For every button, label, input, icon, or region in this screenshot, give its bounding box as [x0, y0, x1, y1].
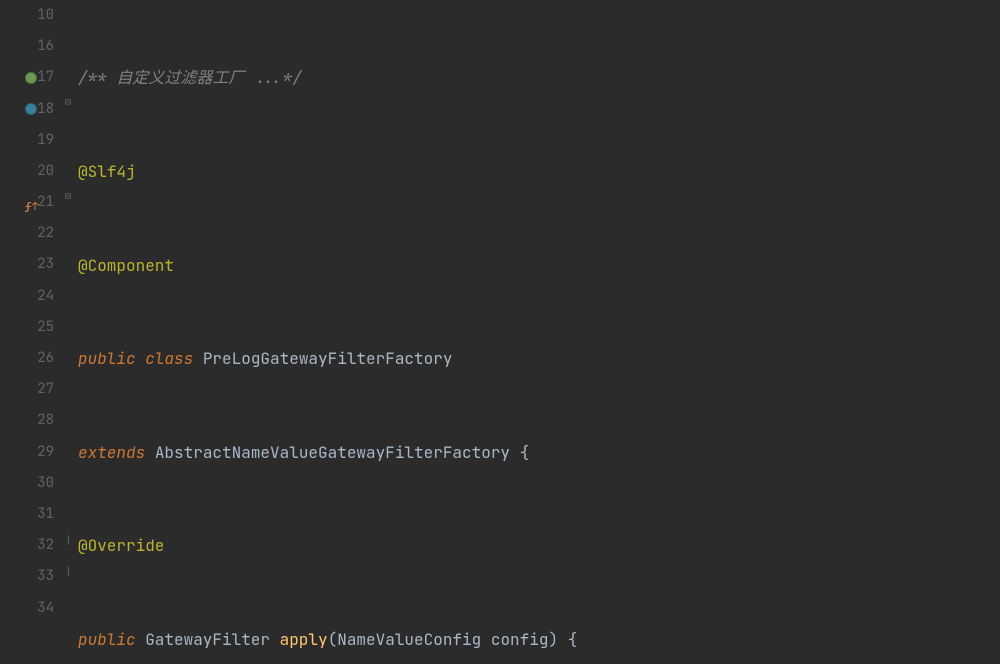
fold-toggle-icon[interactable]: ⊟: [64, 98, 72, 106]
gutter-row: 33: [0, 561, 54, 592]
code-area[interactable]: /** 自定义过滤器工厂 ...*/ @Slf4j @Component pub…: [74, 0, 1000, 664]
line-number: 19: [32, 127, 54, 154]
line-number: 28: [32, 407, 54, 434]
override-icon[interactable]: ƒ↑: [24, 196, 38, 210]
gutter-row: 22: [0, 218, 54, 249]
line-number: 20: [32, 158, 54, 185]
gutter-row: 10: [0, 0, 54, 31]
annotation-text: @Slf4j: [78, 156, 136, 187]
code-line[interactable]: @Slf4j: [78, 156, 1000, 187]
code-line[interactable]: extends AbstractNameValueGatewayFilterFa…: [78, 437, 1000, 468]
gutter-row: 23: [0, 250, 54, 281]
line-number: 26: [32, 345, 54, 372]
code-editor[interactable]: 10 16 17 18 19 20 ƒ↑21 22 23 24 25 26 27…: [0, 0, 1000, 664]
line-number: 33: [32, 563, 54, 590]
annotation-text: @Component: [78, 250, 174, 281]
fold-close-icon[interactable]: ⌋: [64, 536, 72, 544]
line-number: 25: [32, 314, 54, 341]
gutter-row: 28: [0, 405, 54, 436]
line-number: 27: [32, 376, 54, 403]
fold-toggle-icon[interactable]: ⊟: [64, 192, 72, 200]
gutter-row: 34: [0, 593, 54, 624]
line-number: 32: [32, 532, 54, 559]
gutter-row: 26: [0, 343, 54, 374]
gutter-row: 19: [0, 125, 54, 156]
line-number: 24: [32, 283, 54, 310]
code-line[interactable]: @Component: [78, 250, 1000, 281]
gutter-row: 24: [0, 281, 54, 312]
code-line[interactable]: public GatewayFilter apply(NameValueConf…: [78, 624, 1000, 655]
line-number: 29: [32, 439, 54, 466]
fold-close-icon[interactable]: ⌋: [64, 567, 72, 575]
line-number: 31: [32, 501, 54, 528]
code-line[interactable]: /** 自定义过滤器工厂 ...*/: [78, 62, 1000, 93]
line-number: 34: [32, 595, 54, 622]
implements-icon[interactable]: [24, 102, 38, 116]
gutter-row: 32: [0, 530, 54, 561]
gutter-row: 31: [0, 499, 54, 530]
gutter-row: 16: [0, 31, 54, 62]
code-line[interactable]: @Override: [78, 530, 1000, 561]
comment-text: /** 自定义过滤器工厂 ...*/: [78, 62, 302, 93]
gutter-row: 18: [0, 94, 54, 125]
spring-bean-icon[interactable]: [24, 71, 38, 85]
line-number: 30: [32, 470, 54, 497]
line-number: 22: [32, 220, 54, 247]
gutter-row: 29: [0, 437, 54, 468]
gutter-row: 17: [0, 62, 54, 93]
line-number: 10: [32, 2, 54, 29]
gutter-row: ƒ↑21: [0, 187, 54, 218]
gutter-row: 20: [0, 156, 54, 187]
gutter-row: 25: [0, 312, 54, 343]
gutter-row: 27: [0, 374, 54, 405]
fold-stripe: ⊟ ⊟ ⌋ ⌋: [62, 0, 74, 664]
gutter-row: 30: [0, 468, 54, 499]
line-number: 16: [32, 33, 54, 60]
line-number: 23: [32, 251, 54, 278]
gutter: 10 16 17 18 19 20 ƒ↑21 22 23 24 25 26 27…: [0, 0, 62, 664]
code-line[interactable]: public class PreLogGatewayFilterFactory: [78, 343, 1000, 374]
